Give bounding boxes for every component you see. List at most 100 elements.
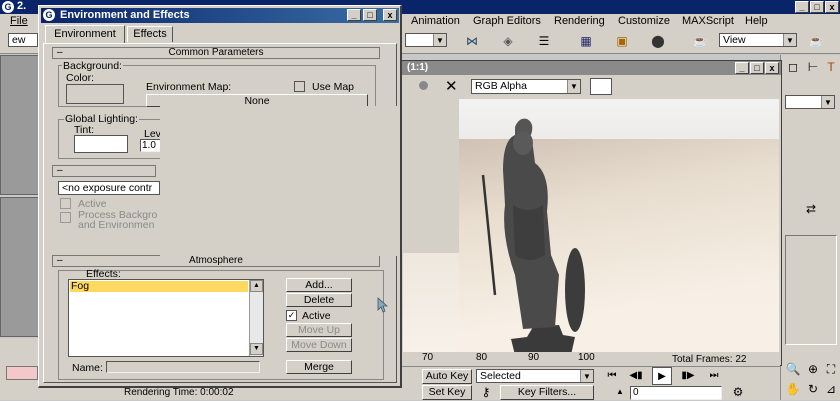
merge-button[interactable]: Merge [286, 360, 352, 374]
menu-customize[interactable]: Customize [618, 15, 670, 27]
render-setup-icon[interactable]: ☕ [690, 32, 710, 50]
clear-icon[interactable]: ✕ [445, 77, 458, 95]
command-dropdown[interactable]: ▼ [785, 95, 835, 109]
tick-90: 90 [528, 352, 540, 363]
exposure-active-checkbox[interactable] [60, 198, 71, 209]
atmosphere-rollout[interactable]: – Atmosphere [52, 255, 380, 267]
set-key-icon[interactable]: ⚷ [476, 383, 496, 401]
time-config-icon[interactable]: ⚙ [728, 383, 748, 401]
move-up-button[interactable]: Move Up [286, 323, 352, 337]
hierarchy-tab-icon[interactable]: ⊢ [803, 58, 823, 76]
tab-environment[interactable]: Environment [45, 25, 125, 43]
statue-render [481, 118, 585, 355]
auto-key-button[interactable]: Auto Key [422, 369, 472, 384]
use-map-checkbox[interactable] [294, 81, 305, 92]
exposure-rollout[interactable]: – [52, 165, 156, 177]
schematic-icon[interactable]: ▣ [612, 32, 632, 50]
atmosphere-active-checkbox[interactable]: ✓ [286, 310, 297, 321]
render-border-left [403, 99, 459, 253]
rendered-image [403, 99, 779, 365]
render-frame-window: (1:1) _ □ x ✕ RGB Alpha ▼ [400, 60, 782, 366]
menu-graph-editors[interactable]: Graph Editors [473, 15, 541, 27]
utilities-tab-icon[interactable]: T [821, 58, 840, 76]
tick-70: 70 [422, 352, 434, 363]
create-tab-icon[interactable]: ◻ [783, 58, 803, 76]
play-icon[interactable]: ▶ [652, 367, 672, 385]
env-close-button[interactable]: x [383, 9, 397, 21]
quick-render-icon[interactable]: ☕ [806, 32, 826, 50]
render-minimize-button[interactable]: _ [735, 62, 749, 74]
tab-effects[interactable]: Effects [127, 26, 173, 42]
process-bg-label-2: and Environmen [78, 219, 155, 231]
render-window-titlebar: (1:1) _ □ x [401, 61, 781, 75]
zoom-icon[interactable]: 🔍 [783, 360, 803, 378]
delete-effect-button[interactable]: Delete [286, 293, 352, 307]
app-close-button[interactable]: x [825, 1, 839, 13]
maximize-viewport-icon[interactable]: ⛶ [821, 360, 840, 378]
mirror-icon[interactable]: ⋈ [462, 32, 482, 50]
material-editor-icon[interactable]: ⬤ [648, 32, 668, 50]
toolbar-dropdown[interactable]: ▼ [405, 33, 447, 47]
dialog-unpainted-region [160, 106, 400, 256]
effect-name-field[interactable] [106, 361, 260, 373]
app-minimize-button[interactable]: _ [795, 1, 809, 13]
menu-maxscript[interactable]: MAXScript [682, 15, 734, 27]
left-viewport-bottom[interactable] [0, 197, 40, 337]
env-dialog-logo-icon: G [43, 9, 55, 21]
rendering-time-status: Rendering Time: 0:00:02 [124, 387, 234, 398]
channel-dot-icon [419, 81, 428, 90]
command-panel: ◻ ⊢ T ▼ ⇄ 🔍 ⊕ ⛶ ✋ ↻ ⊿ [780, 55, 840, 400]
fov-icon[interactable]: ⊿ [821, 380, 840, 398]
render-maximize-button[interactable]: □ [750, 62, 764, 74]
env-dialog-titlebar: G Environment and Effects _ □ x [41, 8, 399, 23]
key-filters-button[interactable]: Key Filters... [500, 385, 594, 400]
selected-dropdown[interactable]: Selected ▼ [476, 369, 594, 383]
curve-editor-icon[interactable]: ▦ [576, 32, 596, 50]
render-close-button[interactable]: x [765, 62, 779, 74]
env-effects-dialog: G Environment and Effects _ □ x Environm… [38, 5, 402, 388]
frame-spinner-icon[interactable]: ▲ [610, 383, 630, 401]
menu-file[interactable]: File [10, 15, 28, 27]
left-view-dropdown[interactable]: ew [8, 33, 38, 47]
modifier-stack-icon[interactable]: ⇄ [801, 200, 821, 218]
app-logo-icon: G [2, 1, 14, 13]
set-key-button[interactable]: Set Key [422, 385, 472, 400]
left-viewport-top[interactable] [0, 55, 40, 195]
env-minimize-button[interactable]: _ [347, 9, 361, 21]
menu-animation[interactable]: Animation [411, 15, 460, 27]
effects-list-item-fog[interactable]: Fog [70, 281, 248, 292]
color-swatch[interactable] [590, 78, 612, 95]
add-effect-button[interactable]: Add... [286, 278, 352, 292]
command-spinner-area[interactable] [785, 235, 837, 345]
current-frame-field[interactable]: 0 [630, 386, 722, 400]
env-dialog-title: Environment and Effects [60, 9, 190, 21]
menu-help[interactable]: Help [745, 15, 768, 27]
background-color-swatch[interactable] [66, 84, 124, 104]
effects-list[interactable]: Fog ▲ ▼ [68, 279, 264, 357]
align-icon[interactable]: ◈ [498, 32, 518, 50]
app-maximize-button[interactable]: □ [810, 1, 824, 13]
goto-end-icon[interactable]: ⏭ [704, 367, 724, 385]
common-params-rollout[interactable]: – Common Parameters [52, 47, 380, 59]
exposure-dropdown[interactable]: <no exposure contr [58, 181, 160, 195]
process-bg-checkbox[interactable] [60, 212, 71, 223]
env-map-label: Environment Map: [146, 81, 232, 93]
channel-dropdown[interactable]: RGB Alpha ▼ [471, 79, 581, 94]
orbit-icon[interactable]: ↻ [803, 380, 823, 398]
pan-icon[interactable]: ✋ [783, 380, 803, 398]
use-map-label: Use Map [312, 81, 355, 93]
background-label: Background: [62, 60, 123, 72]
next-frame-icon[interactable]: ▮▶ [678, 367, 698, 385]
scroll-down-icon[interactable]: ▼ [250, 343, 263, 355]
layers-icon[interactable]: ☰ [534, 32, 554, 50]
move-down-button[interactable]: Move Down [286, 338, 352, 352]
left-status-area [0, 338, 40, 400]
view-dropdown[interactable]: View ▼ [719, 33, 797, 47]
atmosphere-active-label: Active [302, 310, 331, 322]
effects-list-scrollbar[interactable]: ▲ ▼ [249, 280, 263, 356]
menu-rendering[interactable]: Rendering [554, 15, 605, 27]
tint-color-swatch[interactable] [74, 135, 128, 153]
scroll-up-icon[interactable]: ▲ [250, 280, 263, 292]
env-maximize-button[interactable]: □ [363, 9, 377, 21]
zoom-extents-icon[interactable]: ⊕ [803, 360, 823, 378]
